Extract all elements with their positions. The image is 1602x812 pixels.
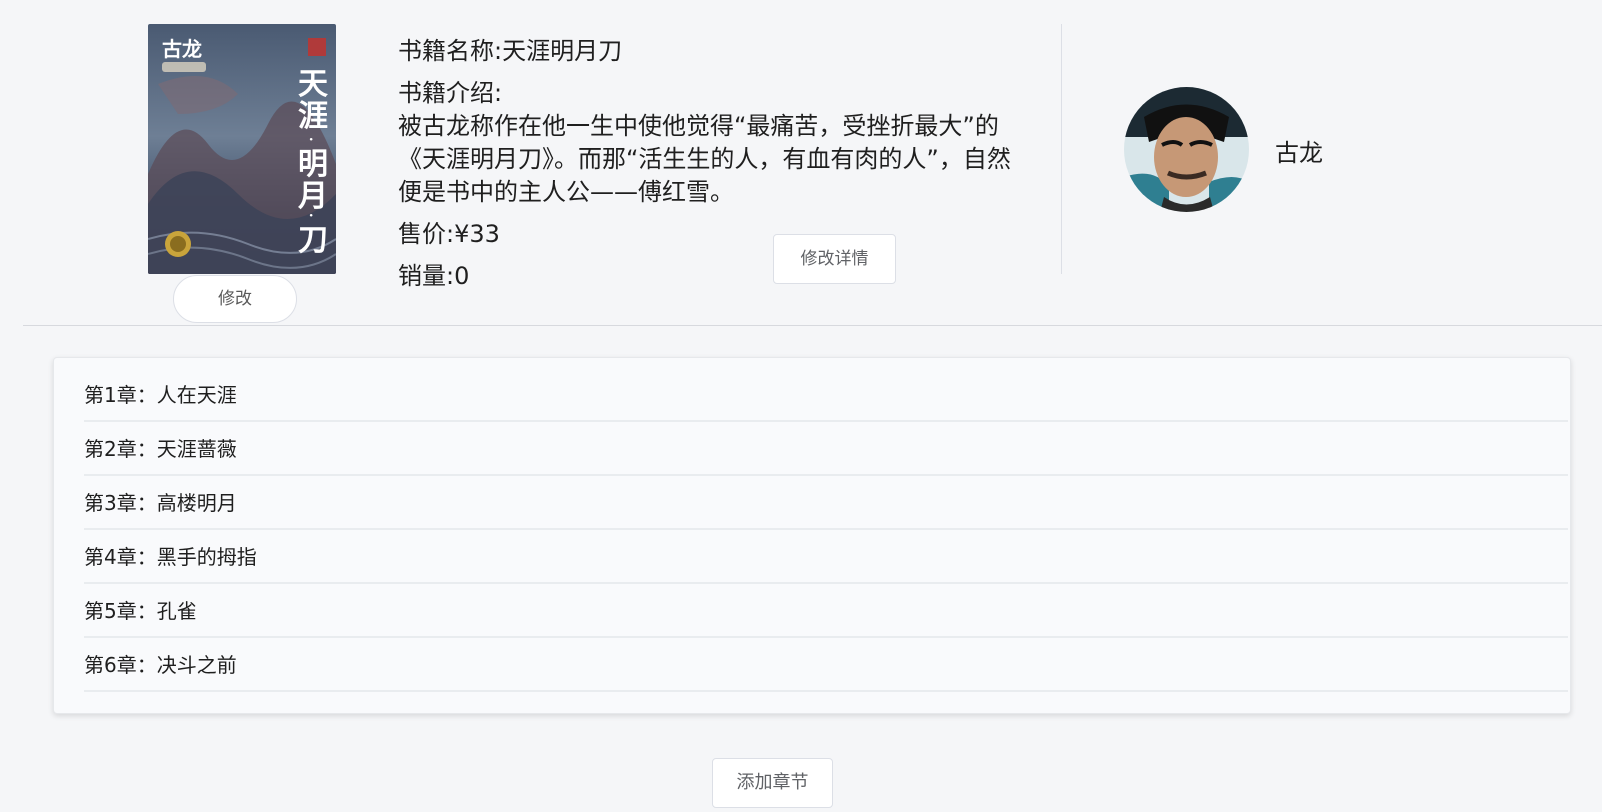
book-price: 售价:¥33 bbox=[398, 220, 500, 248]
section-divider bbox=[23, 325, 1602, 326]
svg-text:刀: 刀 bbox=[298, 223, 328, 258]
book-title: 书籍名称:天涯明月刀 bbox=[398, 37, 623, 65]
svg-text:天: 天 bbox=[298, 67, 328, 102]
book-sales: 销量:0 bbox=[398, 262, 470, 290]
book-header: 古龙 天 涯 · 明 月 · 刀 修改 书籍名称:天涯明月刀 书籍介绍: 被古龙… bbox=[0, 0, 1602, 325]
add-chapter-button[interactable]: 添加章节 bbox=[712, 758, 833, 808]
author-avatar bbox=[1124, 87, 1249, 212]
book-info: 书籍名称:天涯明月刀 书籍介绍: 被古龙称作在他一生中使他觉得“最痛苦，受挫折最… bbox=[398, 34, 1018, 293]
cover-column: 古龙 天 涯 · 明 月 · 刀 bbox=[148, 24, 336, 274]
vertical-divider bbox=[1061, 24, 1062, 274]
author-name[interactable]: 古龙 bbox=[1275, 136, 1323, 170]
book-detail-page: 古龙 天 涯 · 明 月 · 刀 修改 书籍名称:天涯明月刀 书籍介绍: 被古龙… bbox=[0, 0, 1602, 812]
svg-text:明: 明 bbox=[298, 147, 328, 182]
book-cover: 古龙 天 涯 · 明 月 · 刀 bbox=[148, 24, 336, 274]
chapter-item[interactable]: 第6章：决斗之前 bbox=[84, 640, 1568, 692]
chapter-item[interactable]: 第1章：人在天涯 bbox=[84, 370, 1568, 422]
chapter-item[interactable]: 第5章：孔雀 bbox=[84, 586, 1568, 638]
edit-cover-button[interactable]: 修改 bbox=[173, 275, 297, 323]
chapter-item[interactable]: 第2章：天涯蔷薇 bbox=[84, 424, 1568, 476]
book-intro-text: 被古龙称作在他一生中使他觉得“最痛苦，受挫折最大”的《天涯明月刀》。而那“活生生… bbox=[398, 112, 1011, 206]
chapter-list: 第1章：人在天涯 第2章：天涯蔷薇 第3章：高楼明月 第4章：黑手的拇指 第5章… bbox=[53, 357, 1571, 714]
chapter-item[interactable]: 第3章：高楼明月 bbox=[84, 478, 1568, 530]
book-intro-label: 书籍介绍: bbox=[398, 79, 503, 107]
svg-text:古龙: 古龙 bbox=[162, 37, 202, 61]
edit-details-button[interactable]: 修改详情 bbox=[773, 234, 896, 284]
chapter-item[interactable]: 第4章：黑手的拇指 bbox=[84, 532, 1568, 584]
